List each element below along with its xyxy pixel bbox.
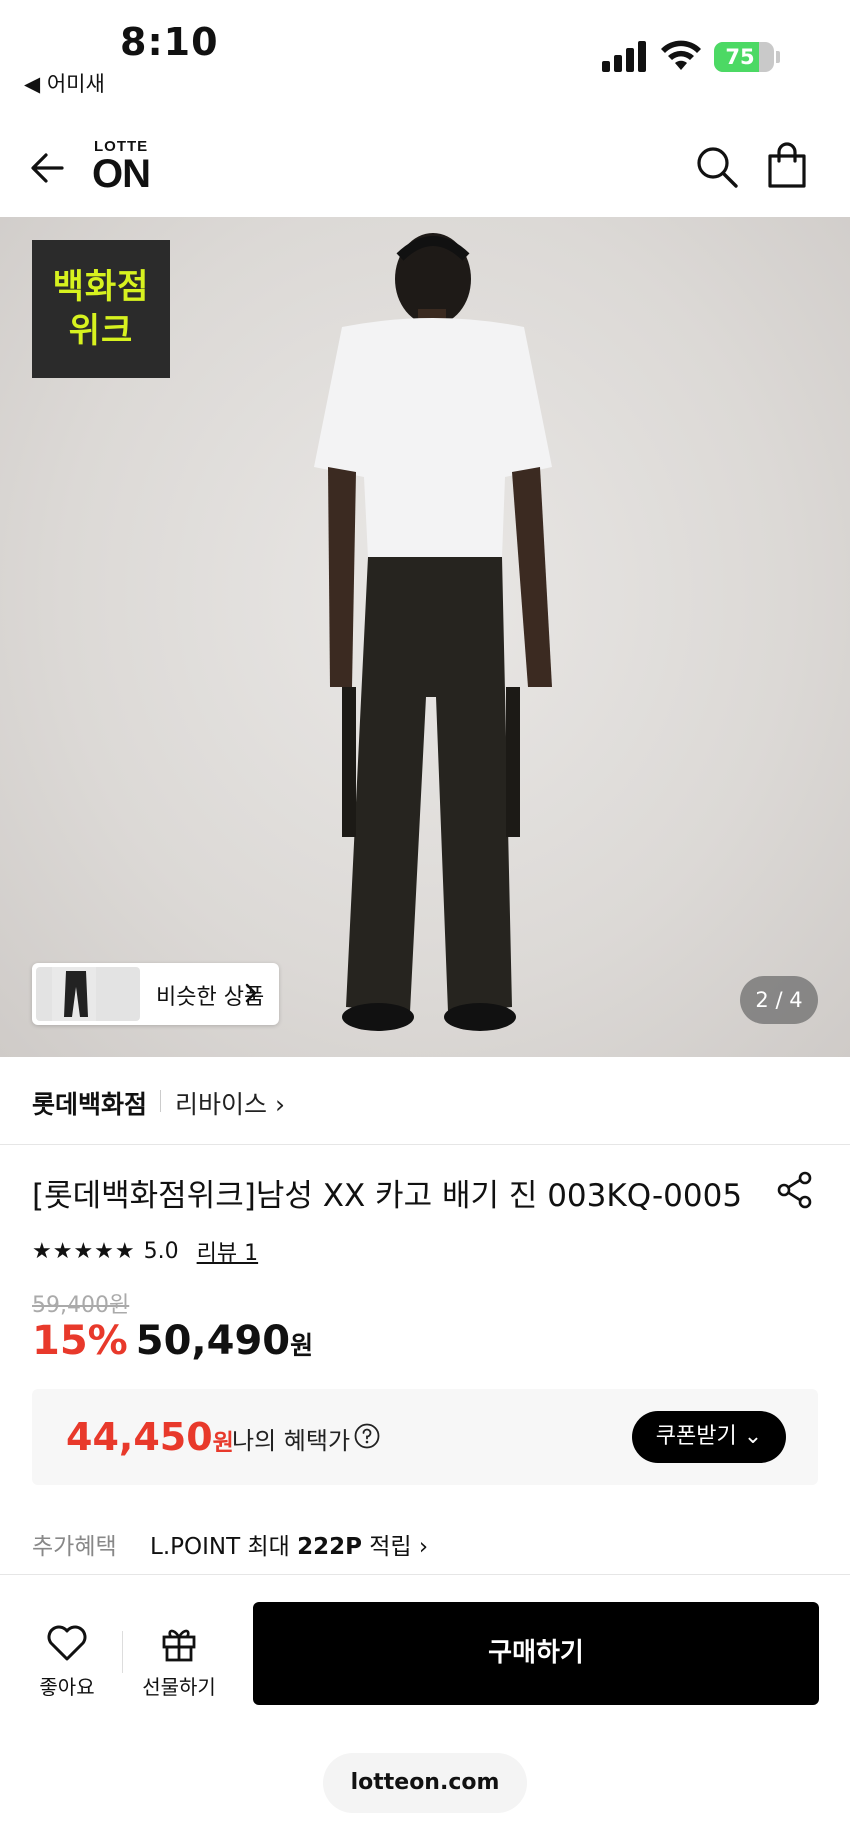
shopping-bag-icon[interactable] <box>764 142 810 190</box>
store-name[interactable]: 롯데백화점 <box>32 1085 147 1121</box>
badge-line-1: 백화점 <box>52 267 150 307</box>
rating-score: 5.0 <box>143 1238 179 1264</box>
gift-label: 선물하기 <box>142 1675 216 1699</box>
search-icon[interactable] <box>694 144 740 190</box>
share-icon[interactable] <box>775 1170 815 1210</box>
brand-link[interactable]: 리바이스 › <box>175 1085 285 1121</box>
extra-benefit-key: 추가혜택 <box>32 1534 117 1560</box>
divider <box>122 1631 123 1673</box>
reviews-link[interactable]: 리뷰 1 <box>197 1235 258 1267</box>
gift-button[interactable]: 선물하기 <box>138 1619 220 1699</box>
back-arrow-icon[interactable] <box>28 148 68 188</box>
original-price: 59,400원 <box>32 1293 130 1318</box>
back-to-app-link[interactable]: ◀ 어미새 <box>24 68 105 98</box>
product-image-carousel[interactable]: 백화점 위크 비슷한 상품 2 / 4 <box>0 217 850 1057</box>
sale-price: 50,490 <box>135 1318 291 1364</box>
lpoint-amount: 222P <box>297 1534 362 1560</box>
gift-icon <box>162 1629 196 1662</box>
lpoint-suffix: 적립 › <box>361 1534 429 1560</box>
wifi-icon <box>661 40 701 70</box>
image-counter: 2 / 4 <box>740 976 818 1024</box>
my-benefit-box: 44,450원 나의 혜택가 쿠폰받기 ⌄ <box>32 1389 818 1485</box>
bottom-action-bar: 좋아요 선물하기 구매하기 lotteon.com <box>0 1574 850 1842</box>
divider <box>160 1090 161 1112</box>
like-button[interactable]: 좋아요 <box>30 1619 104 1699</box>
similar-product-thumbnail <box>36 967 140 1021</box>
extra-benefit-value: L.POINT 최대 222P 적립 › <box>150 1527 428 1561</box>
chevron-right-icon <box>245 983 257 1003</box>
get-coupon-button[interactable]: 쿠폰받기 ⌄ <box>632 1411 786 1463</box>
seller-brand-row: 롯데백화점 리바이스 › <box>0 1057 850 1145</box>
heart-icon <box>47 1625 87 1661</box>
similar-products-button[interactable]: 비슷한 상품 <box>32 963 279 1025</box>
url-bar[interactable]: lotteon.com <box>323 1753 527 1813</box>
benefit-price-currency: 원 <box>212 1430 234 1456</box>
status-time: 8:10 <box>120 20 219 64</box>
battery-cap <box>776 51 780 63</box>
benefit-price: 44,450원 <box>66 1415 234 1459</box>
price-currency: 원 <box>290 1331 314 1360</box>
product-title: [롯데백화점위크]남성 XX 카고 배기 진 003KQ-0005 <box>32 1178 743 1214</box>
discount-rate: 15% <box>32 1318 128 1364</box>
status-bar: 8:10 ◀ 어미새 75 <box>0 0 850 110</box>
logo-text-big: ON <box>92 152 151 196</box>
buy-now-button[interactable]: 구매하기 <box>253 1602 819 1705</box>
star-rating-icon: ★★★★★ <box>32 1238 136 1264</box>
rating-row: ★★★★★ 5.0 리뷰 1 <box>32 1235 258 1267</box>
price-row: 15% 50,490 원 <box>32 1318 313 1364</box>
battery-level: 75 <box>725 45 755 69</box>
cellular-signal-icon <box>602 40 648 72</box>
lotte-on-logo[interactable]: LOTTE ON <box>92 138 172 200</box>
help-icon[interactable] <box>354 1423 380 1449</box>
product-photo-model <box>314 233 552 1031</box>
lpoint-prefix: L.POINT 최대 <box>150 1534 298 1560</box>
battery-icon: 75 <box>714 42 774 72</box>
benefit-price-label: 나의 혜택가 <box>232 1427 351 1455</box>
benefit-price-value: 44,450 <box>66 1415 213 1459</box>
badge-line-2: 위크 <box>68 311 134 351</box>
extra-benefit-row[interactable]: 추가혜택 L.POINT 최대 222P 적립 › <box>32 1527 428 1561</box>
department-week-badge: 백화점 위크 <box>32 240 170 378</box>
app-header: LOTTE ON <box>0 120 850 215</box>
like-label: 좋아요 <box>39 1675 95 1699</box>
